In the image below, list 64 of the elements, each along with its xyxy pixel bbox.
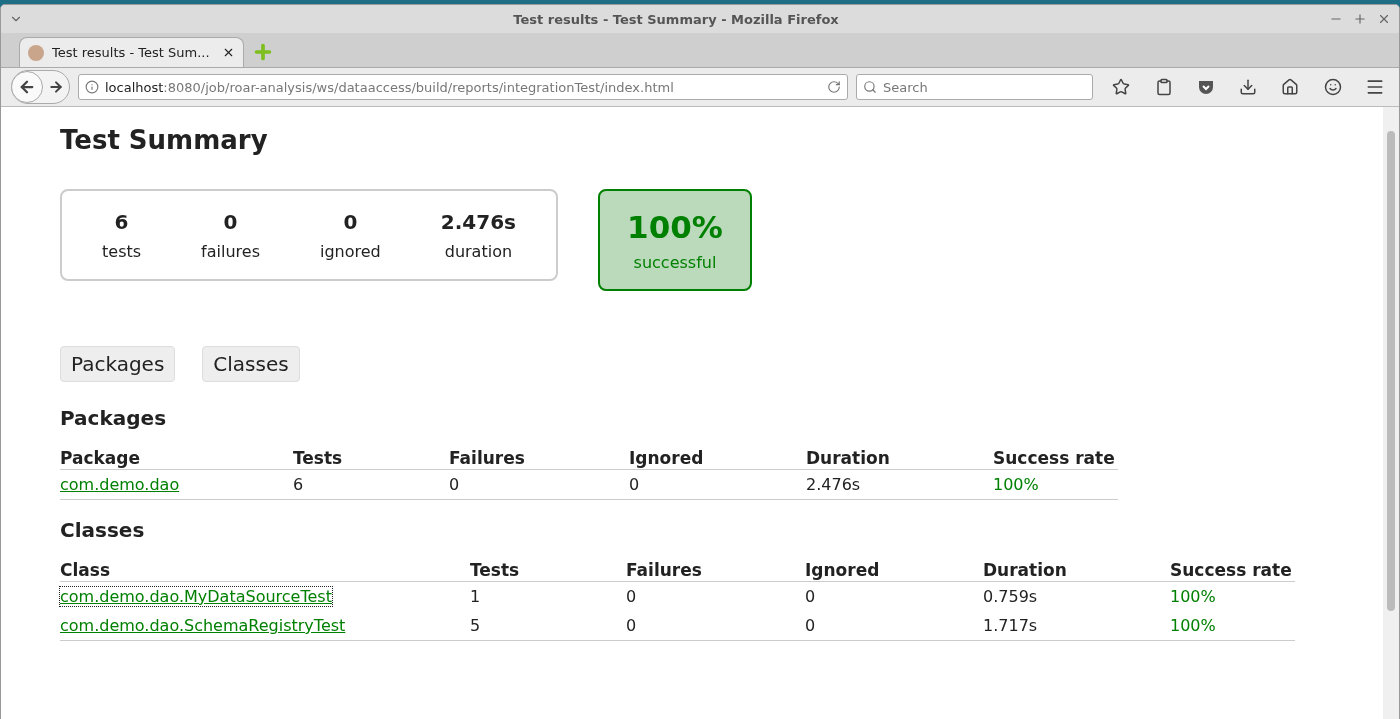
table-link[interactable]: com.demo.dao.SchemaRegistryTest (60, 616, 346, 635)
table-link[interactable]: com.demo.dao (60, 475, 180, 494)
counter-value: 0 (223, 209, 238, 234)
close-icon[interactable] (222, 46, 235, 59)
section-heading: Classes (60, 518, 146, 542)
success-rate-value: 100% (627, 208, 723, 245)
tab-link[interactable]: Classes (202, 346, 300, 382)
table-cell-text: 100% (1170, 586, 1217, 608)
table-cell-text: 0 (805, 586, 817, 608)
success-rate-label: successful (633, 252, 717, 272)
table-cell: 100% (1170, 611, 1295, 641)
back-button[interactable] (11, 71, 43, 103)
table-cell: 6 (293, 470, 449, 500)
table-cell: 1.717s (983, 611, 1170, 641)
counter-label: ignored (320, 241, 381, 261)
column-header: Class (60, 560, 470, 582)
browser-tab[interactable]: Test results - Test Sum... (19, 37, 244, 67)
section-heading: Packages (60, 406, 168, 430)
reload-icon[interactable] (827, 80, 841, 94)
column-header: Failures (449, 448, 629, 470)
column-header: Duration (806, 448, 993, 470)
clipboard-icon (1154, 78, 1173, 96)
avatar-icon (28, 44, 44, 61)
counter-value: 2.476s (440, 209, 516, 234)
page-title: Test Summary (60, 125, 269, 155)
table-cell: 2.476s (806, 470, 993, 500)
column-header: Success rate (1170, 560, 1295, 582)
smiley-icon (1323, 78, 1342, 96)
column-header: Duration (983, 560, 1170, 582)
column-header: Package (60, 448, 293, 470)
column-header: Success rate (993, 448, 1118, 470)
column-header: Ignored (629, 448, 806, 470)
search-field[interactable]: Search (856, 74, 1094, 100)
window-title: Test results - Test Summary - Mozilla Firefox (512, 11, 840, 27)
table-cell: 0 (629, 470, 806, 500)
table-link[interactable]: com.demo.dao.MyDataSourceTest (60, 587, 332, 606)
info-icon[interactable] (85, 80, 99, 94)
address-field[interactable]: localhost:8080/job/roar-analysis/ws/dataaccess/build/reports/integrationTest/index.html (78, 74, 848, 100)
tab-link[interactable]: Packages (60, 346, 176, 382)
download-icon (1239, 78, 1258, 96)
counter-value: 0 (343, 209, 358, 234)
back-icon (18, 78, 36, 96)
table-cell: 100% (993, 470, 1118, 500)
scrollbar[interactable] (1383, 107, 1399, 719)
table-cell: 0 (449, 470, 629, 500)
table-cell-text: 1 (470, 586, 482, 608)
home-icon (1281, 78, 1300, 96)
counter-label: tests (102, 241, 142, 261)
column-header: Tests (470, 560, 626, 582)
counter-label: failures (201, 241, 260, 261)
counter-label: duration (444, 241, 513, 261)
star-icon (1112, 78, 1131, 96)
table-cell: 0 (626, 611, 805, 641)
column-header: Ignored (805, 560, 983, 582)
table-cell: 5 (470, 611, 626, 641)
counter-value: 6 (114, 209, 129, 234)
column-header: Failures (626, 560, 805, 582)
search-icon (863, 80, 877, 94)
column-header: Tests (293, 448, 449, 470)
table-cell-text: 0 (626, 586, 638, 608)
pocket-icon (1196, 78, 1215, 96)
forward-icon (48, 79, 64, 95)
table-cell-text: 0.759s (983, 586, 1039, 608)
table-cell: 0 (805, 611, 983, 641)
